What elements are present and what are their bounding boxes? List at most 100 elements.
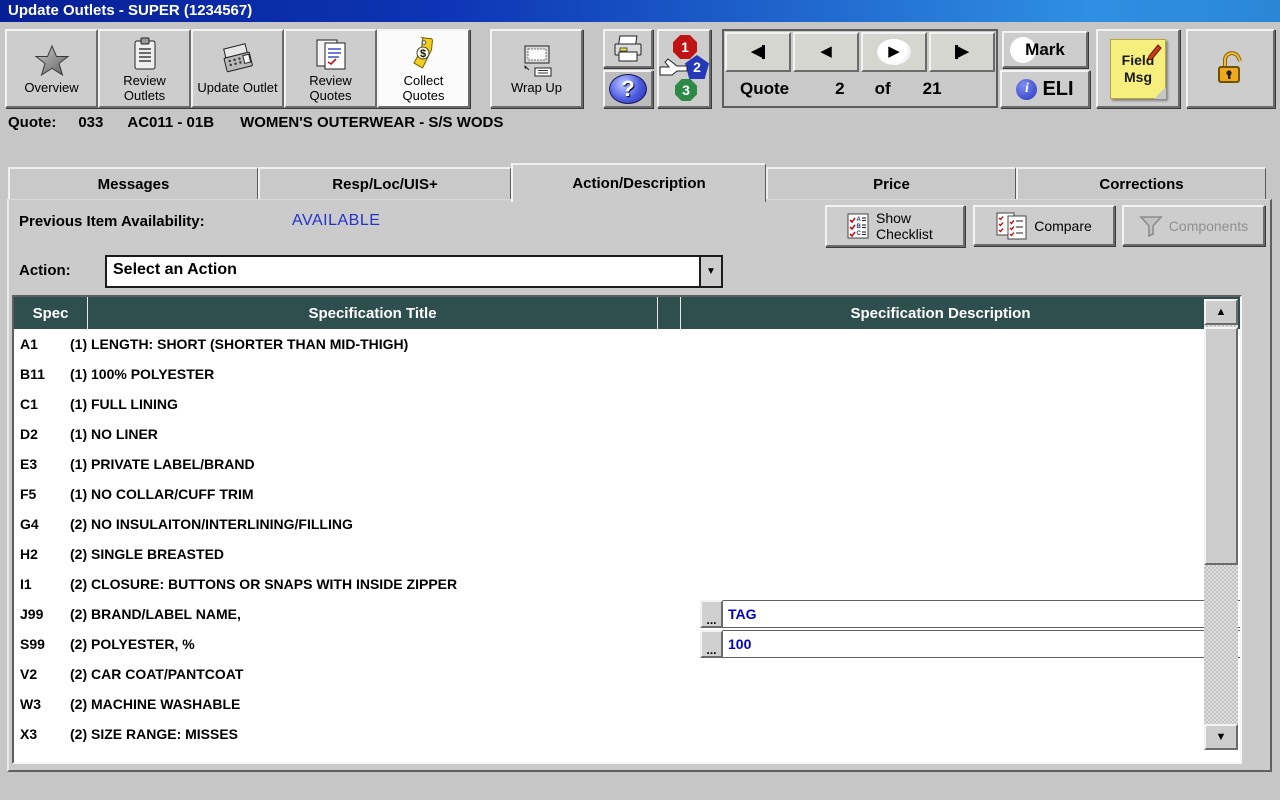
window-title: Update Outlets - SUPER (1234567) bbox=[8, 2, 253, 19]
spec-title: (1) FULL LINING bbox=[70, 396, 178, 412]
next-quote-button[interactable]: ▶ bbox=[861, 32, 927, 72]
spec-title: (1) LENGTH: SHORT (SHORTER THAN MID-THIG… bbox=[70, 336, 409, 352]
quote-code: AC011 - 01B bbox=[127, 114, 215, 131]
spec-title: (1) NO COLLAR/CUFF TRIM bbox=[70, 486, 254, 502]
previous-quote-button[interactable]: ◀ bbox=[793, 32, 859, 72]
pencil-icon bbox=[1147, 43, 1162, 61]
info-icon: i bbox=[1016, 78, 1038, 100]
eli-button[interactable]: i ELI bbox=[1000, 70, 1090, 108]
tab-price[interactable]: Price bbox=[766, 167, 1016, 200]
tab-corrections[interactable]: Corrections bbox=[1016, 167, 1266, 200]
spec-code: X3 bbox=[20, 726, 38, 742]
components-label: Components bbox=[1168, 217, 1249, 234]
table-row[interactable]: B11 (1) 100% POLYESTER bbox=[14, 359, 1240, 389]
table-row[interactable]: I1 (2) CLOSURE: BUTTONS OR SNAPS WITH INS… bbox=[14, 569, 1240, 599]
spec-code: A1 bbox=[20, 336, 38, 352]
action-description-panel: Previous Item Availability: AVAILABLE AB… bbox=[7, 199, 1272, 772]
spec-table-header: Spec Specification Title Specification D… bbox=[14, 297, 1240, 329]
spec-description-value[interactable]: 100 bbox=[723, 630, 1240, 658]
spec-code: W3 bbox=[20, 696, 41, 712]
tab-messages[interactable]: Messages bbox=[8, 167, 258, 200]
scroll-down-icon: ▼ bbox=[1215, 731, 1227, 743]
lock-button[interactable] bbox=[1186, 29, 1275, 108]
mark-button[interactable]: Mark bbox=[1002, 31, 1088, 68]
spec-title: (1) PRIVATE LABEL/BRAND bbox=[70, 456, 255, 472]
table-row[interactable]: D2 (1) NO LINER bbox=[14, 419, 1240, 449]
print-button[interactable] bbox=[603, 29, 653, 68]
spec-code: J99 bbox=[20, 606, 44, 622]
field-msg-note-icon: Field Msg bbox=[1110, 38, 1166, 99]
mark-label: Mark bbox=[1025, 39, 1065, 59]
components-button: Components bbox=[1122, 205, 1265, 246]
spec-code: S99 bbox=[20, 636, 45, 652]
wrap-up-button[interactable]: Wrap Up bbox=[490, 29, 583, 108]
spec-title: (2) CLOSURE: BUTTONS OR SNAPS WITH INSID… bbox=[70, 576, 458, 592]
funnel-icon bbox=[1139, 215, 1163, 237]
eli-label: ELI bbox=[1042, 77, 1074, 100]
review-quotes-button[interactable]: Review Quotes bbox=[284, 29, 377, 108]
unlocked-padlock-icon bbox=[1211, 49, 1251, 89]
steps-123-button[interactable]: 1 2 3 bbox=[657, 29, 711, 108]
spec-title: (2) BRAND/LABEL NAME, bbox=[70, 606, 241, 622]
star-icon bbox=[34, 42, 70, 80]
tab-resp-loc-uis[interactable]: Resp/Loc/UIS+ bbox=[258, 167, 511, 200]
ellipsis-button[interactable]: ... bbox=[700, 630, 723, 658]
dropdown-arrow-button[interactable]: ▼ bbox=[699, 257, 721, 286]
header-specification-title: Specification Title bbox=[88, 297, 658, 329]
collect-quotes-button[interactable]: $ Collect Quotes bbox=[377, 29, 470, 108]
price-tag-icon: $ bbox=[409, 35, 439, 73]
scrollbar-thumb[interactable] bbox=[1204, 327, 1238, 565]
checklist-icon: ABC bbox=[846, 212, 870, 240]
action-dropdown[interactable]: Select an Action ▼ bbox=[105, 255, 723, 288]
scroll-up-icon: ▲ bbox=[1215, 306, 1227, 318]
table-row[interactable]: X3 (2) SIZE RANGE: MISSES bbox=[14, 719, 1240, 749]
table-row[interactable]: V2 (2) CAR COAT/PANTCOAT bbox=[14, 659, 1240, 689]
clipboard-icon bbox=[131, 35, 159, 73]
overview-button[interactable]: Overview bbox=[5, 29, 98, 108]
show-checklist-label: Show Checklist bbox=[876, 210, 933, 242]
table-row[interactable]: F5 (1) NO COLLAR/CUFF TRIM bbox=[14, 479, 1240, 509]
quote-total: 21 bbox=[922, 79, 942, 98]
title-bar: Update Outlets - SUPER (1234567) bbox=[0, 0, 1280, 22]
table-row[interactable]: A1 (1) LENGTH: SHORT (SHORTER THAN MID-TH… bbox=[14, 329, 1240, 359]
svg-text:C: C bbox=[857, 231, 862, 237]
field-msg-button[interactable]: Field Msg bbox=[1096, 29, 1180, 108]
update-outlets-window: Update Outlets - SUPER (1234567) Overvie… bbox=[0, 0, 1280, 800]
review-outlets-button[interactable]: Review Outlets bbox=[98, 29, 191, 108]
last-quote-button[interactable]: ▶ bbox=[929, 32, 995, 72]
table-row[interactable]: C1 (1) FULL LINING bbox=[14, 389, 1240, 419]
previous-item-availability-value: AVAILABLE bbox=[292, 212, 381, 229]
spec-description-value[interactable]: TAG bbox=[723, 600, 1240, 628]
table-row[interactable]: H2 (2) SINGLE BREASTED bbox=[14, 539, 1240, 569]
ellipsis-button[interactable]: ... bbox=[700, 600, 723, 628]
help-button[interactable]: ? bbox=[603, 70, 653, 108]
compare-button[interactable]: Compare bbox=[973, 205, 1115, 246]
table-scrollbar[interactable]: ▲ ▼ bbox=[1204, 299, 1238, 750]
first-quote-button[interactable]: ◀ bbox=[725, 32, 791, 72]
table-row[interactable]: E3 (1) PRIVATE LABEL/BRAND bbox=[14, 449, 1240, 479]
table-row[interactable]: W3 (2) MACHINE WASHABLE bbox=[14, 689, 1240, 719]
field-msg-line2: Msg bbox=[1124, 68, 1152, 85]
header-spec: Spec bbox=[14, 297, 88, 329]
action-dropdown-value: Select an Action bbox=[113, 261, 237, 278]
svg-text:B: B bbox=[857, 224, 862, 230]
toolbar-button-label: Overview bbox=[24, 80, 79, 95]
previous-item-availability-label: Previous Item Availability: bbox=[19, 213, 205, 230]
scroll-down-button[interactable]: ▼ bbox=[1204, 724, 1238, 750]
steps-123-icon: 1 2 3 bbox=[659, 33, 709, 104]
tab-action-description[interactable]: Action/Description bbox=[511, 163, 766, 202]
table-row[interactable]: J99 (2) BRAND/LABEL NAME,... TAG bbox=[14, 599, 1240, 629]
quote-label: Quote: bbox=[8, 114, 57, 131]
header-specification-description: Specification Description bbox=[850, 304, 1031, 322]
help-icon: ? bbox=[609, 74, 647, 104]
toolbar: Overview Review Outlets Update Outlet Re… bbox=[0, 24, 1280, 112]
spec-title: (2) POLYESTER, % bbox=[70, 636, 195, 652]
table-row[interactable]: S99 (2) POLYESTER, %... 100 bbox=[14, 629, 1240, 659]
show-checklist-button[interactable]: ABC Show Checklist bbox=[825, 205, 965, 247]
quote-number: 033 bbox=[78, 114, 104, 131]
scroll-up-button[interactable]: ▲ bbox=[1204, 299, 1238, 325]
spec-title: (1) NO LINER bbox=[70, 426, 158, 442]
spec-code: H2 bbox=[20, 546, 38, 562]
table-row[interactable]: G4 (2) NO INSULAITON/INTERLINING/FILLING bbox=[14, 509, 1240, 539]
update-outlet-button[interactable]: Update Outlet bbox=[191, 29, 284, 108]
